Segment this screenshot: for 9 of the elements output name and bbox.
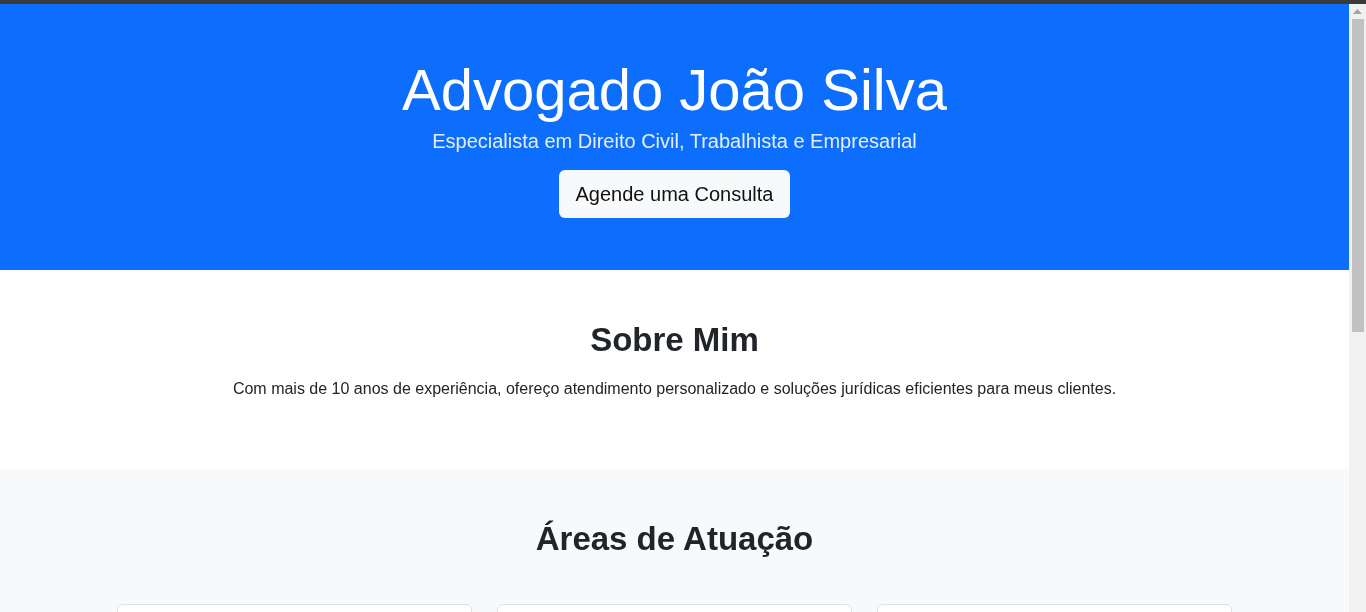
scroll-up-arrow-icon[interactable] bbox=[1353, 9, 1362, 14]
hero-title: Advogado João Silva bbox=[402, 59, 947, 121]
hero-subtitle: Especialista em Direito Civil, Trabalhista e Empresarial bbox=[432, 129, 917, 153]
scrollbar[interactable] bbox=[1349, 4, 1366, 612]
section-heading: Sobre Mim bbox=[589, 320, 760, 360]
scrollbar-thumb[interactable] bbox=[1351, 19, 1364, 332]
about-text: Com mais de 10 anos de experiência, ofereço atendimento personalizado e soluções jurídicas eficientes para meus clientes. bbox=[231, 379, 1118, 399]
schedule-button[interactable]: Agende uma Consulta bbox=[558, 170, 791, 218]
section-heading: Áreas de Atuação bbox=[534, 519, 815, 559]
